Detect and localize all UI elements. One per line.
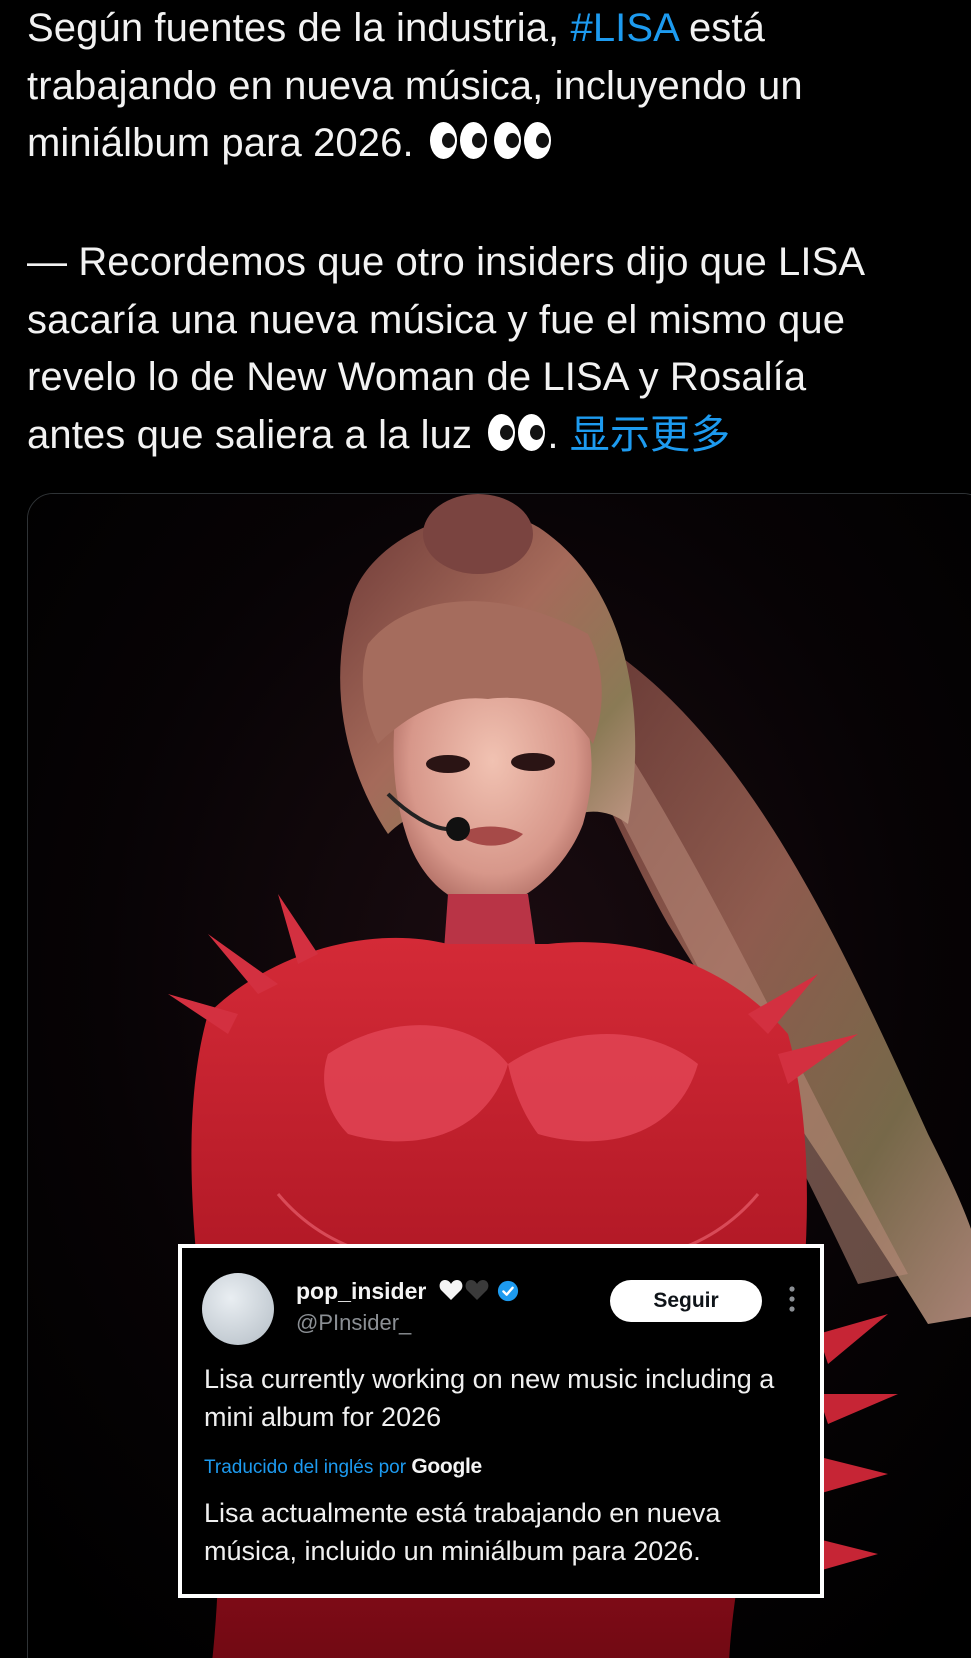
avatar — [202, 1273, 274, 1345]
translated-text: Lisa actualmente está trabajando en nuev… — [204, 1498, 721, 1566]
tweet-line: Según fuentes de la industria, #LISA est… — [27, 0, 962, 58]
quoted-author-name: pop_insider — [296, 1278, 519, 1308]
tweet-line: miniálbum para 2026. — [27, 115, 962, 177]
quoted-author-name-text: pop_insider — [296, 1278, 427, 1304]
tweet-text-segment: . — [547, 412, 559, 457]
tweet-text-segment: miniálbum para 2026. — [27, 121, 414, 165]
quoted-post-text: Lisa currently working on new music incl… — [204, 1364, 775, 1432]
eyes-emoji-icon — [487, 411, 547, 469]
verified-badge-icon — [497, 1280, 519, 1308]
hashtag-link[interactable]: #LISA — [570, 6, 677, 50]
tweet-line: — Recordemos que otro insiders dijo que … — [27, 240, 866, 284]
tweet-text-segment: antes que saliera a la luz — [27, 412, 473, 457]
follow-button: Seguir — [610, 1280, 762, 1322]
tweet-line: trabajando en nueva música, incluyendo u… — [27, 63, 803, 108]
google-logo: Google — [411, 1455, 482, 1478]
tweet-text-segment: está — [677, 6, 765, 50]
tweet-line: antes que saliera a la luz . 显示更多 — [27, 407, 962, 469]
eyes-emoji-icon — [493, 119, 553, 177]
tweet-line: revelo lo de New Woman de LISA y Rosalía — [27, 355, 807, 399]
tweet-line: sacaría una nueva música y fue el mismo … — [27, 297, 846, 342]
hearts-icon — [439, 1278, 491, 1308]
eyes-emoji-icon — [429, 119, 489, 177]
show-more-link[interactable]: 显示更多 — [570, 413, 730, 457]
quoted-author-handle: @PInsider_ — [296, 1310, 412, 1335]
tweet-text: Según fuentes de la industria, #LISA est… — [27, 0, 962, 468]
more-vertical-icon — [788, 1284, 796, 1314]
quoted-post-screenshot: pop_insider @PInsider_ Seguir Lisa curre… — [178, 1244, 824, 1598]
tweet-text-segment: Según fuentes de la industria, — [27, 6, 571, 50]
translation-attribution: Traducido del inglés por Google — [204, 1455, 482, 1479]
translation-label: Traducido del inglés por — [204, 1457, 407, 1478]
